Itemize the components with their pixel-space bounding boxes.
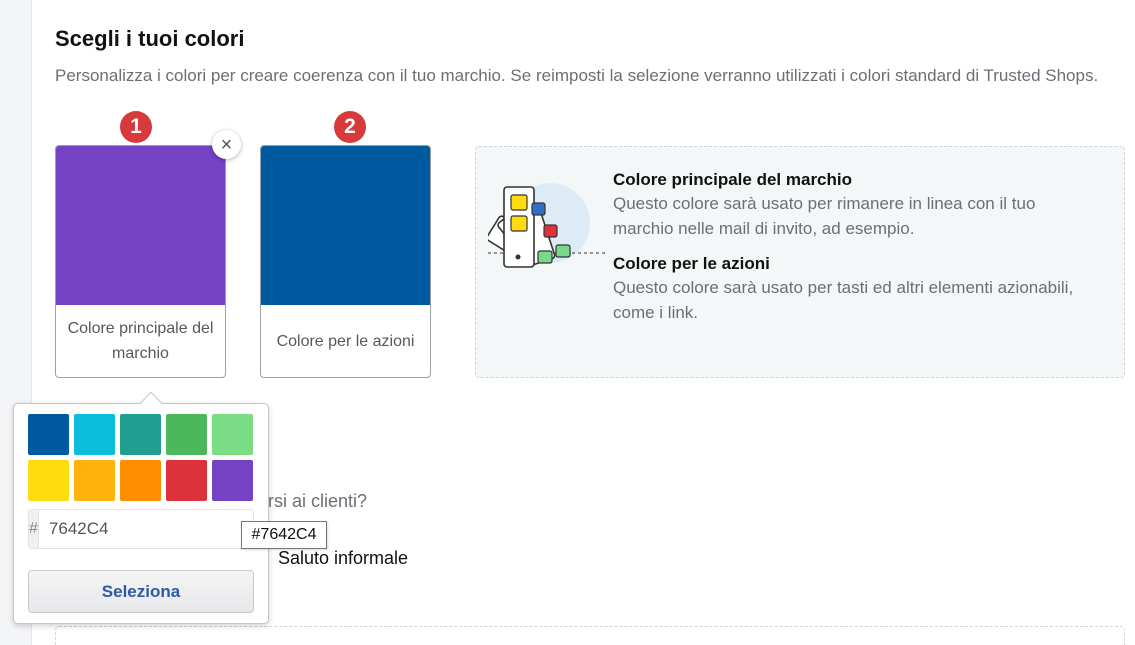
color-info-box: Colore principale del marchio Questo col… [475, 146, 1125, 378]
color-picker-popover: # Seleziona [13, 391, 269, 624]
color-palette [28, 414, 256, 501]
hex-tooltip: #7642C4 [241, 521, 327, 549]
select-color-button[interactable]: Seleziona [28, 570, 254, 613]
action-color-swatch [261, 146, 430, 305]
color-info-text: Colore principale del marchio Questo col… [613, 169, 1083, 337]
palette-swatch-10[interactable] [212, 460, 253, 501]
action-color-label: Colore per le azioni [276, 332, 415, 350]
palette-swatch-3[interactable] [120, 414, 161, 455]
hash-prefix: # [29, 510, 39, 548]
palette-swatch-8[interactable] [120, 460, 161, 501]
palette-swatch-2[interactable] [74, 414, 115, 455]
popover-arrow [139, 391, 163, 415]
brand-color-card[interactable]: Colore principale del marchio [55, 145, 226, 378]
palette-swatch-5[interactable] [212, 414, 253, 455]
next-section-box [55, 626, 1125, 645]
reset-brand-color-button[interactable]: × [212, 130, 241, 159]
brand-color-swatch [56, 146, 225, 305]
hex-input[interactable] [38, 510, 253, 548]
step-marker-2: 2 [334, 111, 366, 143]
action-color-card[interactable]: Colore per le azioni [260, 145, 431, 378]
palette-swatch-1[interactable] [28, 414, 69, 455]
palette-swatch-4[interactable] [166, 414, 207, 455]
greeting-option-informal[interactable]: Saluto informale [278, 548, 408, 569]
section-description: Personalizza i colori per creare coerenz… [55, 66, 1099, 85]
info-brand-text: Questo colore sarà usato per rimanere in… [613, 194, 1036, 238]
hex-field: # [28, 509, 254, 549]
palette-swatch-7[interactable] [74, 460, 115, 501]
section-title: Scegli i tuoi colori [55, 26, 245, 51]
color-palette-illustration-icon [488, 183, 606, 268]
palette-swatch-9[interactable] [166, 460, 207, 501]
greeting-question: rsi ai clienti? [268, 491, 368, 511]
step-marker-1: 1 [120, 111, 152, 143]
info-action-title: Colore per le azioni [613, 254, 770, 273]
close-icon: × [220, 133, 233, 156]
brand-color-label: Colore principale del marchio [67, 320, 214, 362]
info-action-text: Questo colore sarà usato per tasti ed al… [613, 278, 1074, 322]
palette-swatch-6[interactable] [28, 460, 69, 501]
info-brand-title: Colore principale del marchio [613, 170, 853, 189]
